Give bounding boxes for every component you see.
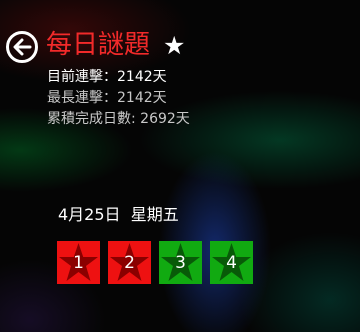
level-number: 2 <box>124 253 135 273</box>
level-number: 4 <box>226 253 237 273</box>
level-box-1[interactable]: 1 <box>57 241 100 284</box>
puzzle-date: 4月25日 星期五 <box>58 205 179 224</box>
stats-panel: 目前連擊：2142天 最長連擊：2142天 累積完成日數: 2692天 <box>47 67 190 130</box>
back-arrow-icon <box>13 38 32 56</box>
level-number: 3 <box>175 253 186 273</box>
level-box-3[interactable]: 3 <box>159 241 202 284</box>
level-boxes: 1 2 3 4 <box>57 241 253 284</box>
current-streak: 目前連擊：2142天 <box>47 69 167 85</box>
back-button[interactable] <box>6 31 38 63</box>
total-days: 累積完成日數: 2692天 <box>47 111 190 127</box>
page-title: 每日謎題 <box>46 30 151 60</box>
longest-streak: 最長連擊：2142天 <box>47 90 167 106</box>
level-box-4[interactable]: 4 <box>210 241 253 284</box>
level-number: 1 <box>73 253 84 273</box>
level-box-2[interactable]: 2 <box>108 241 151 284</box>
favorite-star-icon[interactable]: ★ <box>163 31 185 61</box>
